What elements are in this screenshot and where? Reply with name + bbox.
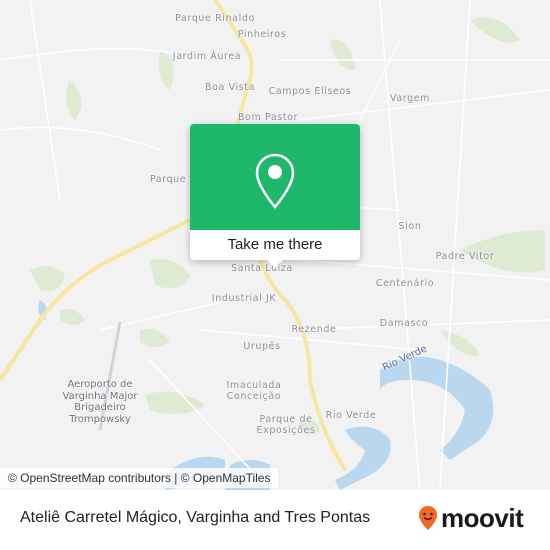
map-label: Rezende: [291, 324, 337, 335]
map-label: Parque Rinaldo: [175, 13, 255, 24]
map-label: Centenário: [375, 278, 435, 289]
map-label: Rio Verde: [325, 410, 377, 421]
location-popup: Take me there: [190, 124, 360, 268]
map-label: Campos Elíseos: [268, 86, 352, 97]
map-label: Vargem: [389, 93, 431, 104]
moovit-wordmark: moovit: [441, 503, 524, 533]
place-title: Ateliê Carretel Mágico, Varginha and Tre…: [20, 509, 371, 526]
moovit-logo[interactable]: moovit: [418, 503, 524, 533]
map-label: Damasco: [379, 318, 429, 329]
map-label: Jardim Áurea: [172, 51, 242, 62]
map[interactable]: Parque Rinaldo Pinheiros Jardim Áurea Bo…: [0, 0, 550, 490]
moovit-pin-icon: [419, 506, 437, 530]
map-label: Boa Vista: [205, 82, 255, 93]
map-label: Sion: [398, 221, 422, 232]
map-label: Imaculada Conceição: [226, 380, 282, 402]
map-label: Urupês: [243, 341, 281, 352]
map-pin-icon: [255, 153, 295, 209]
map-label: Pinheiros: [237, 29, 287, 40]
map-label: Bom Pastor: [237, 112, 299, 123]
take-me-there-button[interactable]: Take me there: [190, 230, 360, 260]
popup-pointer: [265, 258, 285, 268]
map-label: Parque de Exposições: [256, 414, 316, 436]
map-attribution[interactable]: © OpenStreetMap contributors | © OpenMap…: [0, 468, 279, 488]
airport-label: Aeroporto de Varginha Major Brigadeiro T…: [62, 379, 138, 425]
popup-header: [190, 124, 360, 230]
map-label: Padre Vitor: [435, 251, 495, 262]
map-label: Parque: [149, 174, 187, 185]
map-label: Industrial JK: [211, 293, 277, 304]
footer: Ateliê Carretel Mágico, Varginha and Tre…: [0, 490, 550, 550]
